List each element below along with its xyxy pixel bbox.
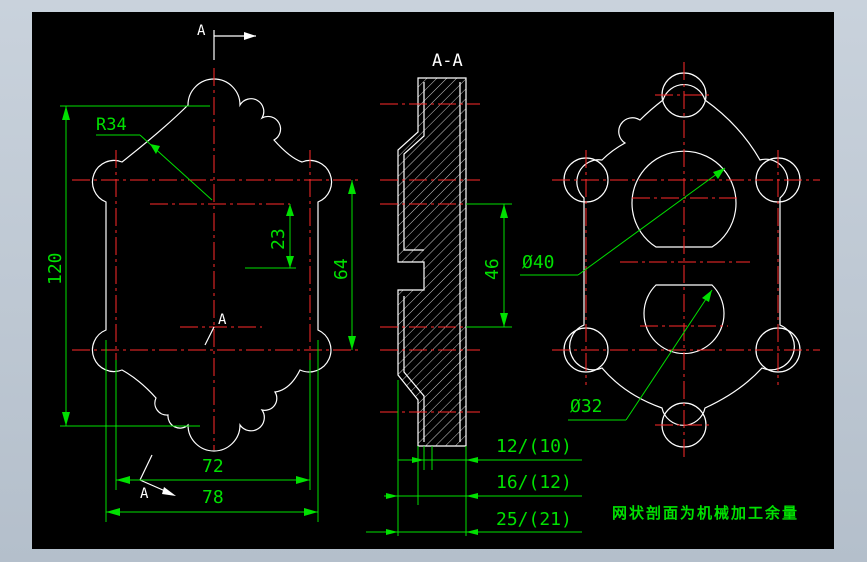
- dim-46-label: 46: [482, 258, 503, 280]
- arrow-head-icon: [62, 412, 70, 426]
- arrow-head-icon: [106, 508, 120, 516]
- arrow-head-icon: [386, 529, 398, 535]
- dim-72-label: 72: [202, 456, 224, 477]
- dim-64-label: 64: [331, 258, 352, 280]
- arrow-head-icon: [244, 32, 256, 40]
- section-cut-inner: [204, 326, 215, 346]
- drawing-canvas[interactable]: A A A R34 120 23 64 72 78 A-A 46 12/(10)…: [32, 12, 834, 549]
- arrow-head-icon: [286, 204, 294, 216]
- arrow-head-icon: [466, 529, 478, 535]
- arrow-head-icon: [466, 493, 478, 499]
- arrow-head-icon: [386, 493, 398, 499]
- arrow-head-icon: [348, 336, 356, 350]
- arrow-head-icon: [348, 180, 356, 194]
- dim-78-label: 78: [202, 487, 224, 508]
- arrow-head-icon: [162, 487, 176, 496]
- dim-phi32-leader: [625, 289, 713, 421]
- arrow-head-icon: [150, 144, 160, 154]
- section-view: A-A 46 12/(10) 16/(12) 25/(21): [366, 51, 582, 536]
- section-title: A-A: [432, 51, 463, 71]
- arrow-head-icon: [713, 168, 725, 179]
- dim-phi40-label: Ø40: [522, 252, 555, 273]
- dim-phi40-leader: [577, 167, 726, 276]
- dim-23-label: 23: [268, 228, 289, 250]
- machining-note: 网状剖面为机械加工余量: [612, 504, 799, 522]
- dim-25-label: 25/(21): [496, 509, 572, 530]
- arrow-head-icon: [500, 313, 508, 327]
- arrow-head-icon: [702, 290, 712, 302]
- section-cut-bottom: [139, 454, 153, 481]
- arrow-head-icon: [500, 204, 508, 218]
- front-view: A A A R34 120 23 64 72 78: [45, 23, 360, 522]
- arrow-head-icon: [286, 256, 294, 268]
- section-marker-bottom: A: [140, 486, 149, 502]
- section-marker-inner: A: [218, 312, 227, 328]
- cad-window: A A A R34 120 23 64 72 78 A-A 46 12/(10)…: [0, 0, 867, 562]
- arrow-head-icon: [116, 476, 130, 484]
- dim-r34-label: R34: [96, 115, 127, 135]
- rear-view-outline: [569, 84, 795, 426]
- section-profile: [397, 77, 467, 447]
- dim-phi32-label: Ø32: [570, 396, 603, 417]
- dim-120-label: 120: [45, 252, 66, 285]
- arrow-head-icon: [296, 476, 310, 484]
- rear-view: Ø40 Ø32: [520, 62, 820, 458]
- section-marker-top: A: [197, 23, 206, 39]
- arrow-head-icon: [304, 508, 318, 516]
- arrow-head-icon: [62, 106, 70, 120]
- dim-16-label: 16/(12): [496, 472, 572, 493]
- dim-12-label: 12/(10): [496, 436, 572, 457]
- arrow-head-icon: [466, 457, 478, 463]
- cad-drawing: A A A R34 120 23 64 72 78 A-A 46 12/(10)…: [45, 23, 820, 536]
